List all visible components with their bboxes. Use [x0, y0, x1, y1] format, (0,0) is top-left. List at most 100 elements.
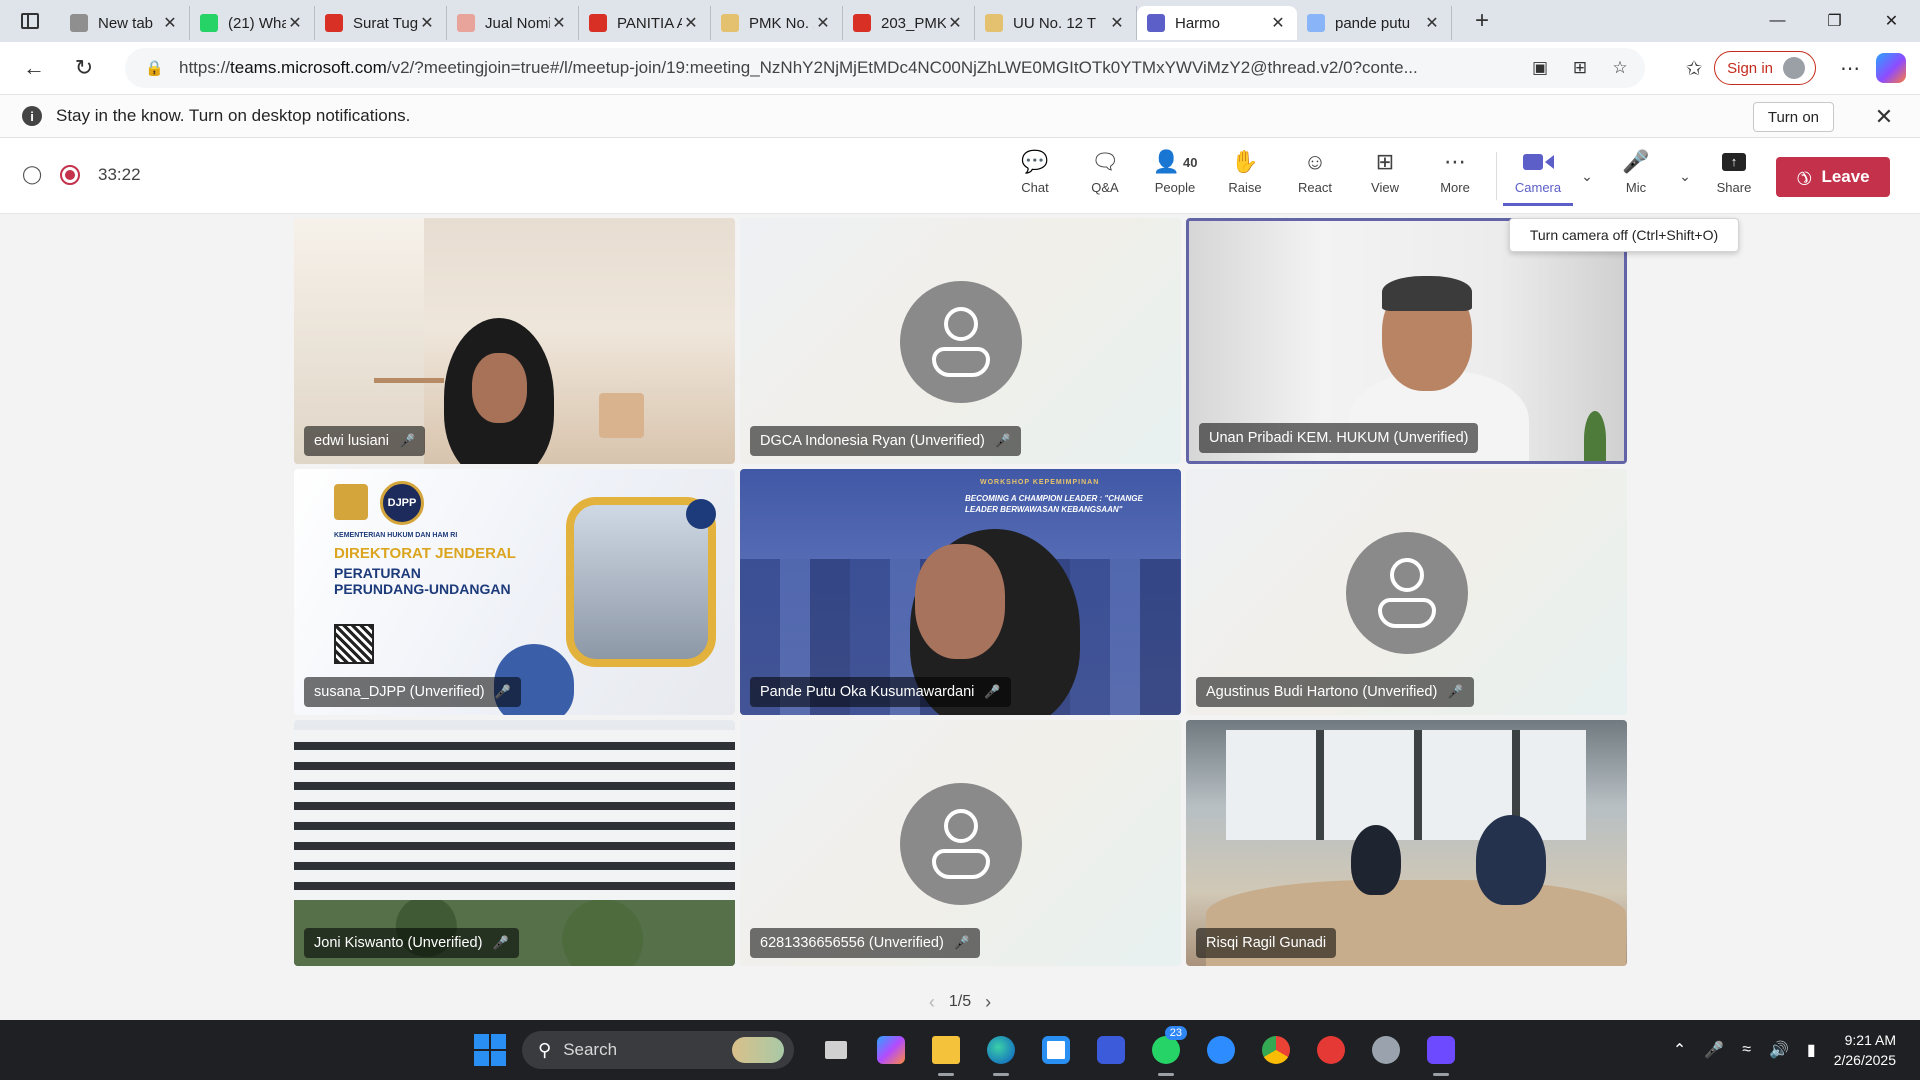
app-available-icon[interactable]: ⊞ [1567, 56, 1593, 80]
browser-tab[interactable]: Harmo ✕ [1137, 6, 1297, 40]
participant-tile-speaking[interactable]: Unan Pribadi KEM. HUKUM (Unverified) [1186, 218, 1627, 464]
tab-favicon-icon [325, 14, 343, 32]
people-button[interactable]: 👤 40 People [1140, 146, 1210, 206]
shield-icon[interactable]: ◯ [22, 164, 42, 186]
participant-tile[interactable]: DGCA Indonesia Ryan (Unverified) 🎤 [740, 218, 1181, 464]
raise-hand-button[interactable]: ✋ Raise [1210, 146, 1280, 206]
participant-tile[interactable]: edwi lusiani 🎤 [294, 218, 735, 464]
camera-in-use-icon[interactable]: ▣ [1527, 56, 1553, 80]
settings-gear-icon[interactable] [1358, 1030, 1413, 1070]
sign-in-button[interactable]: Sign in [1714, 51, 1816, 85]
zoom-icon[interactable] [1193, 1030, 1248, 1070]
share-button[interactable]: ↑ Share [1699, 146, 1769, 206]
tab-label: pande putu [1335, 14, 1411, 32]
microphone-icon[interactable]: 🎤 [1704, 1040, 1724, 1060]
browser-tab[interactable]: pande putu ✕ [1297, 6, 1452, 40]
participant-tile[interactable]: Agustinus Budi Hartono (Unverified) 🎤 [1186, 469, 1627, 715]
show-hidden-icons-chevron-icon[interactable]: ⌃ [1673, 1040, 1686, 1060]
leave-label: Leave [1821, 167, 1870, 186]
tab-label: PANITIA AN [617, 14, 682, 32]
qa-button[interactable]: 🗨 Q&A [1070, 146, 1140, 206]
edge-browser-icon[interactable] [973, 1030, 1028, 1076]
url-actions: ▣ ⊞ ☆ [1527, 56, 1633, 80]
browser-tab[interactable]: Jual Nomite✕ [447, 6, 579, 40]
wifi-icon[interactable]: ≈ [1742, 1041, 1751, 1059]
slide-logo-left [334, 484, 368, 520]
editor-app-icon[interactable] [1083, 1030, 1138, 1070]
battery-icon[interactable]: ▮ [1807, 1040, 1816, 1060]
browser-tab[interactable]: PANITIA AN✕ [579, 6, 711, 40]
favorites-icon[interactable]: ✩ [1674, 50, 1714, 86]
participant-tile[interactable]: WORKSHOP KEPEMIMPINAN BECOMING A CHAMPIO… [740, 469, 1181, 715]
chat-button[interactable]: 💬 Chat [1000, 146, 1070, 206]
taskbar-clock[interactable]: 9:21 AM 2/26/2025 [1834, 1030, 1896, 1070]
close-tab-icon[interactable]: ✕ [1423, 14, 1441, 32]
react-button[interactable]: ☺ React [1280, 146, 1350, 206]
participant-tile[interactable]: Joni Kiswanto (Unverified) 🎤 [294, 720, 735, 966]
view-button[interactable]: ⊞ View [1350, 146, 1420, 206]
browser-tab[interactable]: UU No. 12 T ✕ [975, 6, 1137, 40]
tab-actions-button[interactable] [0, 0, 60, 42]
close-notification-icon[interactable]: ✕ [1870, 103, 1898, 131]
previous-page-chevron-icon[interactable]: ‹ [915, 992, 949, 1013]
whatsapp-icon[interactable]: 23 [1138, 1026, 1193, 1076]
participant-name: Unan Pribadi KEM. HUKUM (Unverified) [1209, 430, 1469, 446]
tab-favicon-icon [1307, 14, 1325, 32]
mic-button[interactable]: 🎤 Mic [1601, 146, 1671, 206]
room-table [374, 378, 444, 418]
camera-label: Camera [1514, 180, 1562, 195]
camera-button[interactable]: Camera [1503, 146, 1573, 206]
new-tab-button[interactable]: + [1460, 4, 1504, 38]
copilot-icon[interactable] [1876, 53, 1906, 83]
mic-label: Mic [1625, 180, 1647, 195]
close-tab-icon[interactable]: ✕ [286, 14, 304, 32]
participant-name: DGCA Indonesia Ryan (Unverified) [760, 433, 985, 449]
close-tab-icon[interactable]: ✕ [418, 14, 436, 32]
close-tab-icon[interactable]: ✕ [161, 14, 179, 32]
participant-tile[interactable]: 6281336656556 (Unverified) 🎤 [740, 720, 1181, 966]
copilot-app-icon[interactable] [863, 1030, 918, 1070]
favorite-star-icon[interactable]: ☆ [1607, 56, 1633, 80]
workshop-headline: BECOMING A CHAMPION LEADER : "CHANGE LEA… [965, 494, 1143, 514]
mic-muted-icon: 🎤 [1622, 149, 1650, 174]
tab-label: PMK No. 20 [749, 14, 814, 32]
recording-icon[interactable] [60, 165, 80, 185]
volume-icon[interactable]: 🔊 [1769, 1040, 1789, 1060]
participant-name-tag: susana_DJPP (Unverified) 🎤 [304, 677, 521, 707]
microsoft-store-icon[interactable] [1028, 1030, 1083, 1070]
close-tab-icon[interactable]: ✕ [1269, 14, 1287, 32]
close-tab-icon[interactable]: ✕ [682, 14, 700, 32]
browser-tab[interactable]: (21) WhatsA✕ [190, 6, 315, 40]
wps-office-icon[interactable] [1303, 1030, 1358, 1070]
mic-options-chevron-icon[interactable]: ⌄ [1671, 146, 1699, 206]
browser-tab[interactable]: 203_PMK.04✕ [843, 6, 975, 40]
participant-tile[interactable]: DJPP KEMENTERIAN HUKUM DAN HAM RI DIREKT… [294, 469, 735, 715]
close-tab-icon[interactable]: ✕ [946, 14, 964, 32]
more-button[interactable]: ⋯ More [1420, 146, 1490, 206]
teams-app-icon[interactable] [1413, 1030, 1468, 1076]
close-tab-icon[interactable]: ✕ [814, 14, 832, 32]
browser-tab[interactable]: PMK No. 20✕ [711, 6, 843, 40]
browser-tab[interactable]: Surat Tugas✕ [315, 6, 447, 40]
restore-button[interactable]: ❐ [1806, 0, 1863, 42]
url-field[interactable]: 🔒 https://teams.microsoft.com/v2/?meetin… [125, 48, 1645, 88]
camera-options-chevron-icon[interactable]: ⌄ [1573, 146, 1601, 206]
more-menu-icon[interactable]: ⋯ [1830, 50, 1870, 86]
leave-button[interactable]: ✆ Leave [1776, 157, 1890, 197]
turn-on-notifications-button[interactable]: Turn on [1752, 102, 1834, 132]
task-view-icon[interactable] [808, 1030, 863, 1070]
minimize-button[interactable]: — [1749, 0, 1806, 42]
back-button[interactable]: ← [12, 48, 56, 88]
browser-tab[interactable]: New tab ✕ [60, 6, 190, 40]
next-page-chevron-icon[interactable]: › [971, 992, 1005, 1013]
refresh-button[interactable]: ↻ [62, 48, 106, 88]
close-window-button[interactable]: ✕ [1863, 0, 1920, 42]
taskbar-search[interactable]: ⚲ Search [522, 1031, 794, 1069]
chrome-icon[interactable] [1248, 1030, 1303, 1070]
file-explorer-icon[interactable] [918, 1030, 973, 1076]
more-label: More [1440, 180, 1470, 195]
windows-start-icon[interactable] [474, 1034, 506, 1066]
close-tab-icon[interactable]: ✕ [1108, 14, 1126, 32]
close-tab-icon[interactable]: ✕ [550, 14, 568, 32]
participant-tile[interactable]: Risqi Ragil Gunadi [1186, 720, 1627, 966]
